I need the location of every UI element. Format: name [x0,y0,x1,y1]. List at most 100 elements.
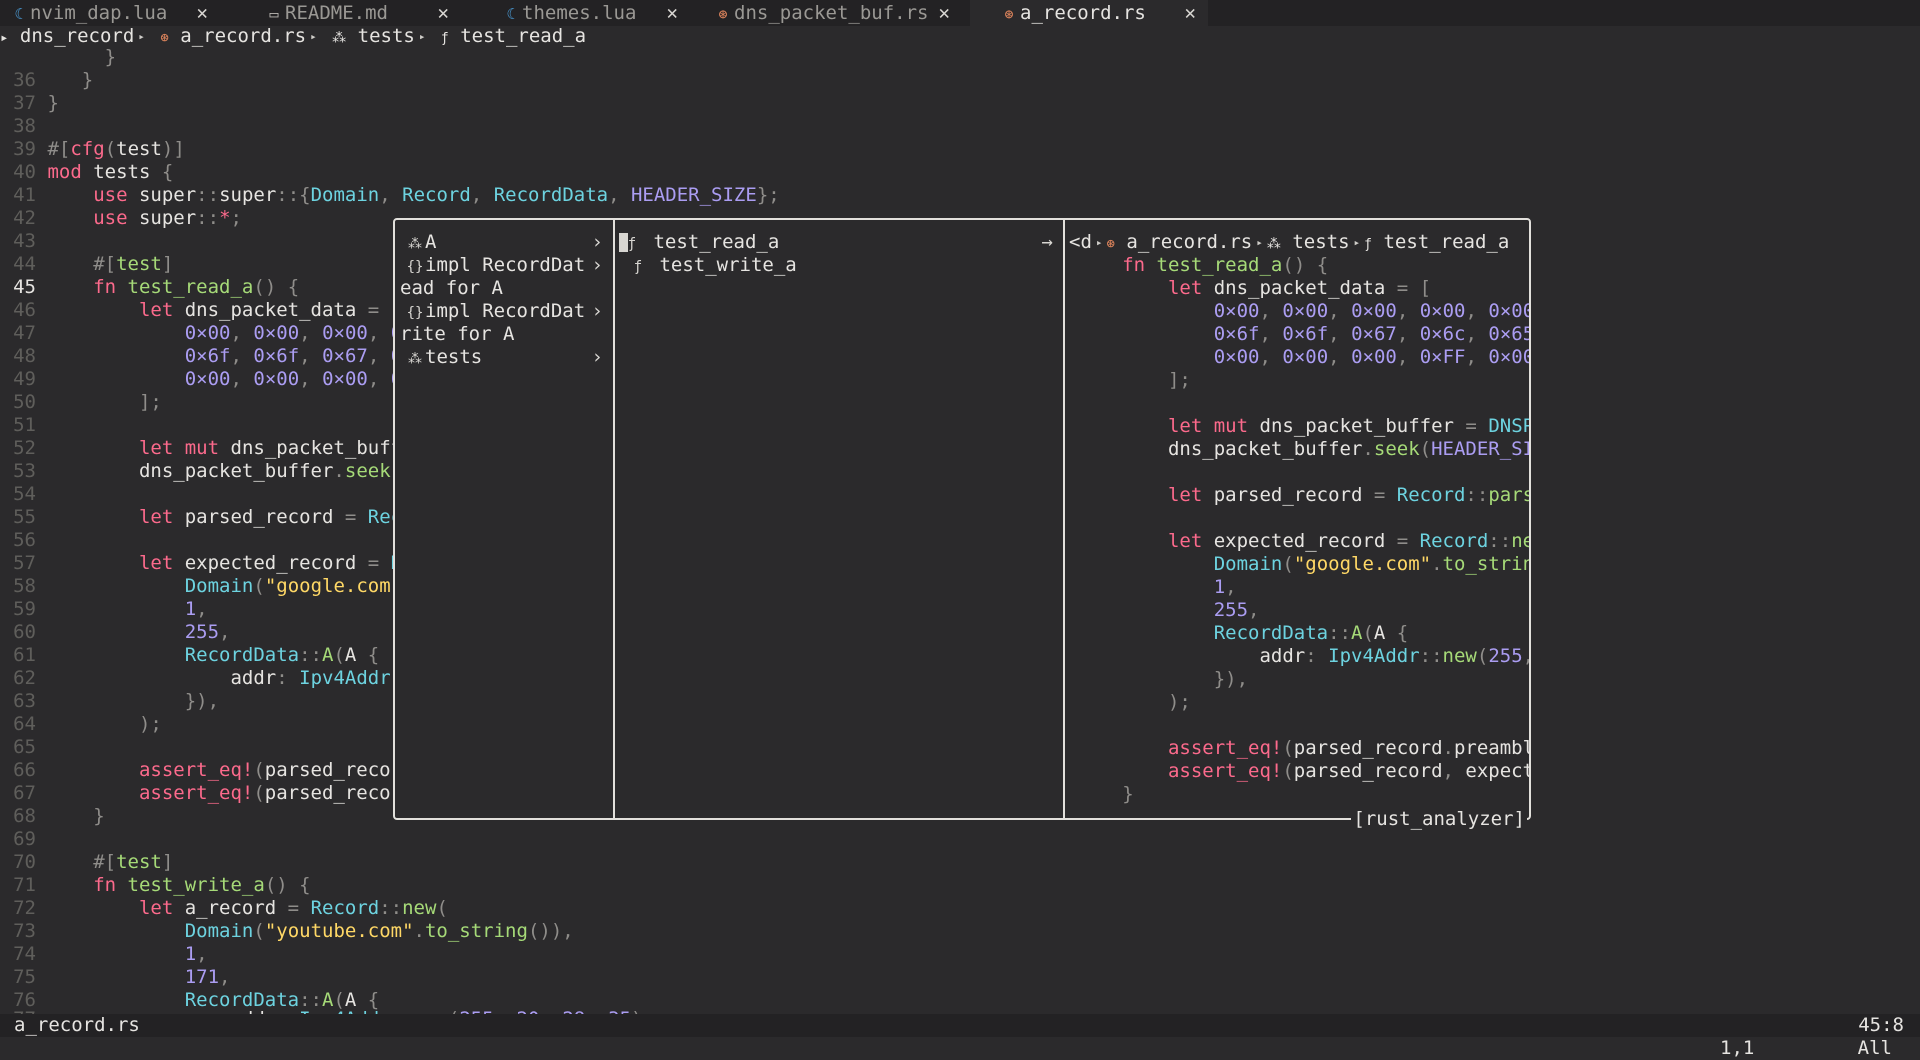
preview-line: 0×00, 0×00, 0×00, 0×00, 0×00, [1213,300,1529,322]
preview-line: Domain("google.com".to_string [1213,553,1529,575]
function-icon: ƒ [633,259,643,275]
code-line: 46 let dns_packet_data = [ [13,299,403,321]
code-line: 55 let parsed_record = Rec [13,506,403,528]
code-line: 58 Domain("google.com" [13,575,403,597]
code-line: 71 fn test_write_a() { [13,874,311,896]
preview-line: fn test_read_a() { [1122,254,1329,276]
code-line: 51 [13,414,36,436]
preview-line: let expected_record = Record::new [1167,530,1529,552]
status-position: 45:8 [1858,1014,1904,1036]
code-line: 68 } [13,805,105,827]
close-icon[interactable]: ✕ [438,0,449,26]
code-line: 40 mod tests { [13,161,174,183]
preview-line: 255, [1213,599,1260,621]
breadcrumb-file[interactable]: a_record.rs [180,25,306,47]
code-line: } [104,46,117,68]
breadcrumb-folder[interactable]: dns_record [20,25,134,47]
code-line: 54 [13,483,36,505]
code-line: 62 addr: Ipv4Addr: [13,667,402,689]
tab-dns-packet-buf-rs[interactable]: ⊛ dns_packet_buf.rs ✕ [712,0,962,26]
preview-line: ); [1167,691,1191,713]
arrow-right-icon: → [1041,231,1053,253]
symbol-navigator-popup[interactable]: ⁂ A › {}impl RecordDat › ead for A {}impl R… [393,218,1531,831]
preview-line: dns_packet_buffer.seek(HEADER_SIZ [1065,438,1529,460]
rust-icon: ⊛ [718,5,728,23]
navigator-item-wrap: ead for A [400,277,503,299]
preview-line: }), [1213,668,1249,690]
preview-line: RecordData::A(A { [1213,622,1409,644]
preview-line: 1, [1213,576,1237,598]
module-icon: ⁂ [1266,236,1281,252]
breadcrumb-module[interactable]: tests [358,25,415,47]
preview-line [1065,461,1529,484]
navigator-item[interactable]: {}impl RecordDat › [395,300,613,323]
chevron-right-icon: › [591,254,603,276]
code-line: 52 let mut dns_packet_buff [13,437,403,459]
close-icon[interactable]: ✕ [939,0,950,26]
navigator-item-selected[interactable]: ƒ test_read_a → [615,231,1063,254]
braces-icon: {} [406,305,424,321]
code-line: 36 } [13,69,94,91]
lsp-client-label: [rust_analyzer] [1351,808,1527,831]
navigator-item[interactable]: ⁂ A › [395,231,613,254]
tab-line: ☾ nvim_dap.lua ✕ ▭ README.md ✕ ☾ themes.lua… [0,0,1920,26]
preview-line: addr: Ipv4Addr::new(255, [1065,645,1529,667]
preview-line [1065,507,1529,530]
code-line: 43 [13,230,36,252]
close-icon[interactable]: ✕ [1185,0,1196,26]
code-line: 45 fn test_read_a() { [13,276,300,298]
module-icon: ⁂ [408,351,422,367]
code-line: 50 ]; [13,391,162,413]
status-line: a_record.rs 45:8 [0,1014,1920,1037]
code-line: 37 } [13,92,59,114]
code-line: 48 0×6f, 0×6f, 0×67, 0 [13,345,402,367]
chevron-right-icon: ▸ [1095,236,1103,249]
markdown-icon: ▭ [269,5,279,23]
preview-line: let parsed_record = Record::parse [1167,484,1529,506]
tab-themes-lua[interactable]: ☾ themes.lua ✕ [500,0,690,26]
rust-icon: ⊛ [1106,236,1115,252]
rust-icon: ⊛ [160,30,169,46]
code-line: 66 assert_eq!(parsed_recor [13,759,403,781]
braces-icon: {} [406,259,424,275]
chevron-right-icon: ▸ [418,30,426,43]
breadcrumb-function[interactable]: test_read_a [460,25,586,47]
preview-line: 0×6f, 0×6f, 0×67, 0×6c, 0×65, [1213,323,1529,345]
scroll-indicator: All [1857,1037,1892,1059]
status-filename: a_record.rs [14,1014,140,1036]
close-icon[interactable]: ✕ [667,0,678,26]
module-icon: ⁂ [408,236,422,252]
code-line: 65 [13,736,36,758]
code-line: 64 ); [13,713,162,735]
code-line: 60 255, [13,621,231,643]
close-icon[interactable]: ✕ [197,0,208,26]
code-line: 63 }), [13,690,220,712]
navigator-item[interactable]: ⁂ tests › [395,346,613,369]
tab-a-record-rs[interactable]: ⊛ a_record.rs ✕ [970,0,1208,26]
command-line[interactable]: 1,1 All [0,1037,1920,1060]
code-line: 67 assert_eq!(parsed_recor [13,782,403,804]
preview-breadcrumb: <d ▸ ⊛ a_record.rs ▸ ⁂ tests ▸ ƒ test_read_a [1069,231,1510,253]
preview-line: ]; [1167,369,1191,391]
preview-line: let dns_packet_data = [ [1167,277,1432,299]
code-line: 69 [13,828,36,850]
chevron-right-icon: › [591,300,603,322]
tab-nvim-dap-lua[interactable]: ☾ nvim_dap.lua ✕ [0,0,220,26]
code-line: 39 #[cfg(test)] [13,138,185,160]
code-line: 74 1, [13,943,208,965]
function-icon: ƒ [627,236,637,252]
code-line: 47 0×00, 0×00, 0×00, 0 [13,322,402,344]
code-line: 44 #[test] [13,253,174,275]
navigator-column-parent: ⁂ A › {}impl RecordDat › ead for A {}impl R… [395,220,615,818]
preview-line: let mut dns_packet_buffer = DNSPa [1167,415,1529,437]
tab-readme-md[interactable]: ▭ README.md ✕ [263,0,461,26]
navigator-column-current: ƒ test_read_a → ƒ test_write_a [615,220,1065,818]
navigator-item[interactable]: ƒ test_write_a [615,254,1063,277]
navigator-item[interactable]: {}impl RecordDat › [395,254,613,277]
preview-line: assert_eq!(parsed_record.preamble [1167,737,1529,759]
code-line: 59 1, [13,598,208,620]
code-line: 75 171, [13,966,231,988]
ruler: 1,1 [1720,1037,1755,1059]
chevron-right-icon: ▸ [138,30,145,43]
folder-icon: ▸ [0,30,9,46]
